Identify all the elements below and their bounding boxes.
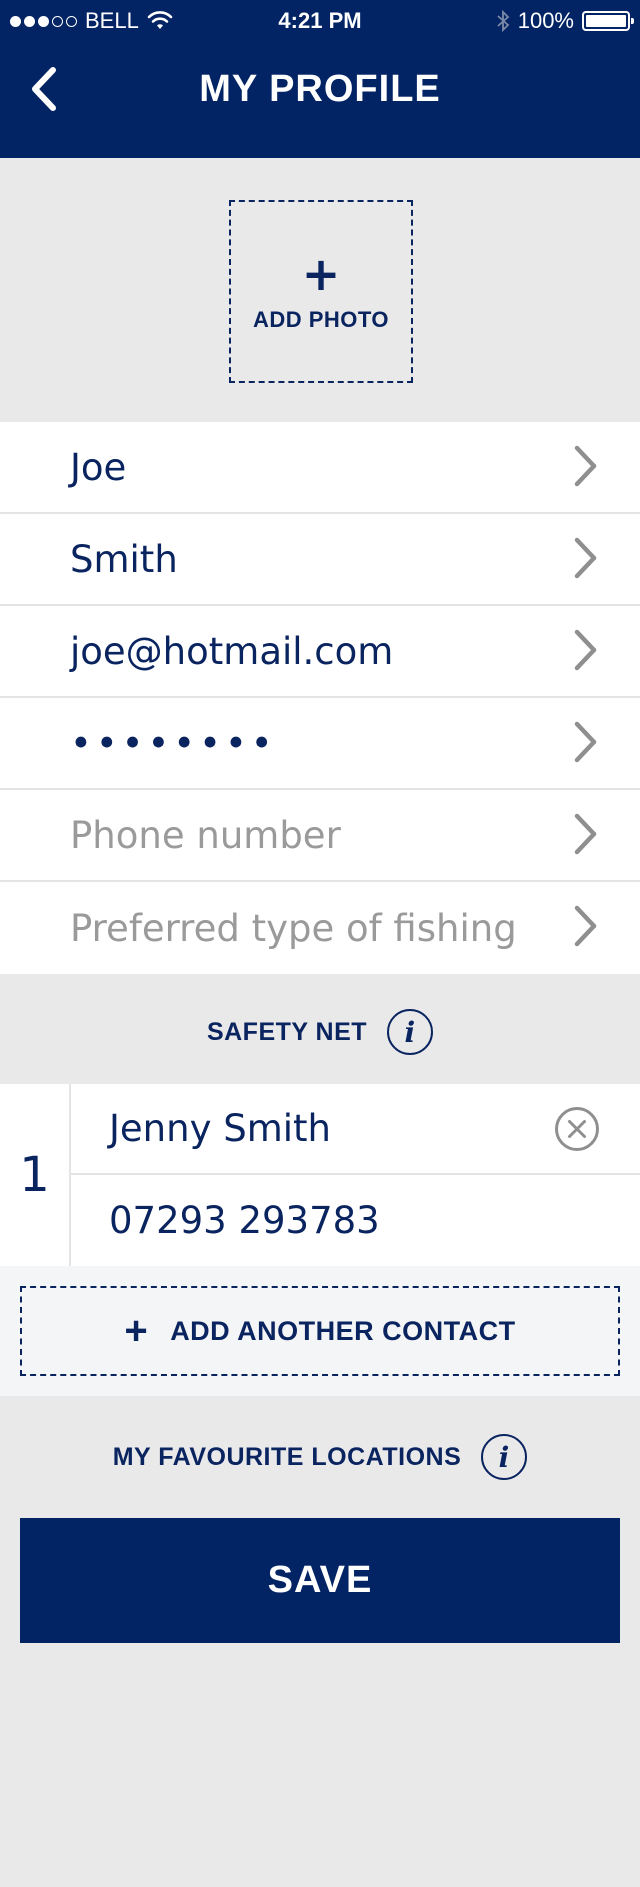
field-value: Smith — [70, 537, 178, 581]
save-button[interactable]: SAVE — [20, 1518, 620, 1643]
chevron-right-icon — [574, 445, 597, 487]
field-value: Joe — [70, 445, 127, 489]
contact-index: 1 — [0, 1084, 71, 1266]
chevron-right-icon — [574, 537, 597, 579]
add-contact-button[interactable]: + ADD ANOTHER CONTACT — [20, 1286, 620, 1376]
contact-phone-row[interactable]: 07293 293783 — [71, 1175, 640, 1266]
status-bar: BELL 4:21 PM 100% — [0, 0, 640, 40]
page-title: MY PROFILE — [199, 68, 441, 110]
add-photo-label: ADD PHOTO — [252, 306, 390, 332]
status-right: 100% — [496, 8, 634, 34]
plus-icon: + — [124, 1309, 149, 1353]
safety-net-heading: SAFETY NET i — [0, 1009, 640, 1055]
chevron-right-icon — [574, 629, 597, 671]
field-password[interactable]: •••••••• — [0, 698, 640, 790]
contact-phone: 07293 293783 — [109, 1199, 380, 1242]
chevron-right-icon — [574, 813, 597, 855]
favourite-locations-title: MY FAVOURITE LOCATIONS — [112, 1442, 462, 1471]
field-first-name[interactable]: Joe — [0, 422, 640, 514]
battery-percent: 100% — [517, 8, 574, 33]
add-contact-area: + ADD ANOTHER CONTACT — [0, 1266, 640, 1396]
clear-contact-icon[interactable] — [554, 1106, 600, 1152]
safety-net-title: SAFETY NET — [206, 1017, 368, 1046]
field-placeholder: Phone number — [70, 813, 341, 857]
field-placeholder: Preferred type of fishing — [70, 906, 517, 950]
info-icon[interactable]: i — [387, 1009, 434, 1055]
chevron-right-icon — [574, 721, 597, 763]
field-value: •••••••• — [70, 721, 277, 765]
battery-icon — [582, 11, 634, 31]
field-phone[interactable]: Phone number — [0, 790, 640, 882]
add-contact-label: ADD ANOTHER CONTACT — [170, 1315, 516, 1346]
field-value: joe@hotmail.com — [70, 629, 394, 673]
safety-contact: 1 Jenny Smith 07293 293783 — [0, 1084, 640, 1266]
top-bar: BELL 4:21 PM 100% MY PROFILE — [0, 0, 640, 158]
chevron-right-icon — [574, 905, 597, 947]
contact-name-row[interactable]: Jenny Smith — [71, 1084, 640, 1175]
field-email[interactable]: joe@hotmail.com — [0, 606, 640, 698]
add-photo-button[interactable]: + ADD PHOTO — [229, 200, 413, 383]
profile-fields: Joe Smith joe@hotmail.com •••••••• Phone… — [0, 422, 640, 974]
contact-name: Jenny Smith — [109, 1107, 331, 1150]
bluetooth-icon — [497, 10, 510, 32]
info-icon[interactable]: i — [481, 1434, 528, 1480]
plus-icon: + — [301, 246, 341, 301]
field-last-name[interactable]: Smith — [0, 514, 640, 606]
field-fishing-type[interactable]: Preferred type of fishing — [0, 882, 640, 974]
favourite-locations-heading: MY FAVOURITE LOCATIONS i — [0, 1434, 640, 1480]
